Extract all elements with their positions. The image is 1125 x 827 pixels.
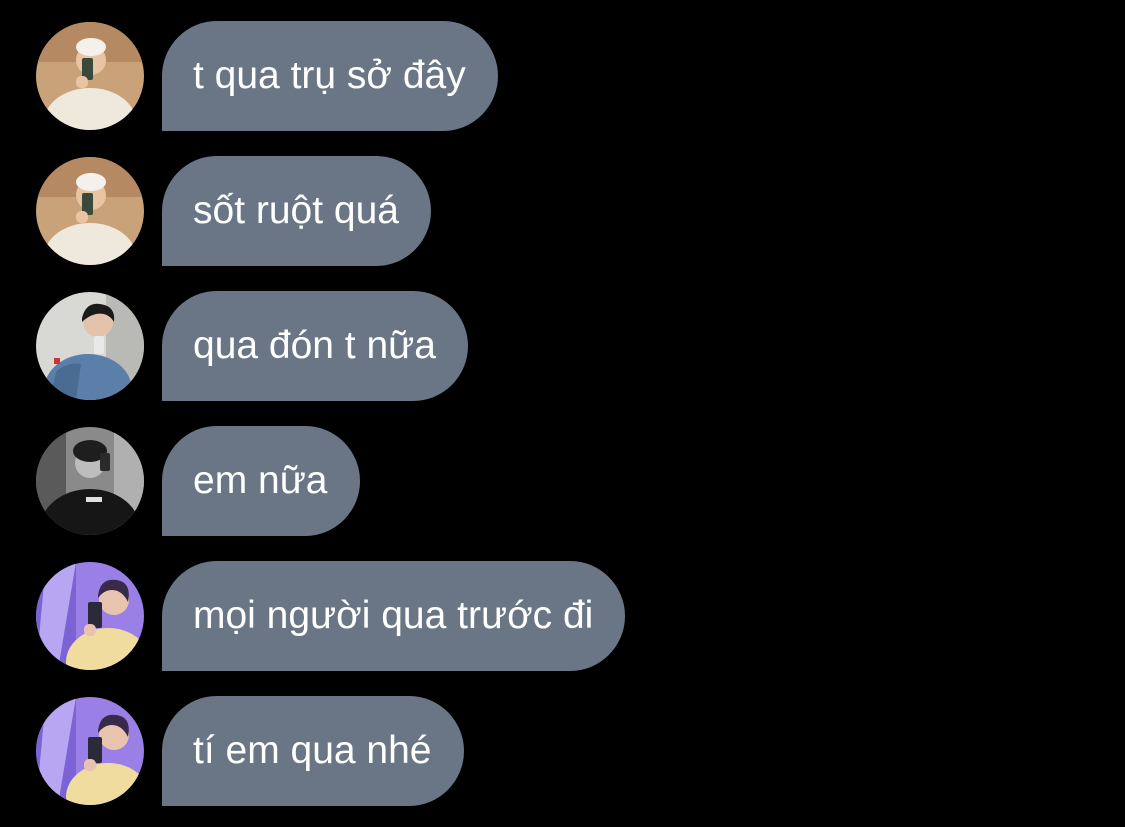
- user-d-avatar[interactable]: [36, 562, 144, 670]
- message-row: t qua trụ sở đây: [36, 20, 498, 132]
- message-row: qua đón t nữa: [36, 290, 468, 402]
- message-bubble[interactable]: sốt ruột quá: [162, 156, 431, 266]
- message-row: sốt ruột quá: [36, 155, 431, 267]
- user-c-avatar[interactable]: [36, 427, 144, 535]
- message-bubble[interactable]: t qua trụ sở đây: [162, 21, 498, 131]
- message-bubble[interactable]: mọi người qua trước đi: [162, 561, 626, 671]
- user-d-avatar[interactable]: [36, 697, 144, 805]
- chat-thread: t qua trụ sở đây sốt ruột quá qua đón t …: [0, 0, 1125, 827]
- message-bubble[interactable]: em nữa: [162, 426, 360, 536]
- message-row: em nữa: [36, 425, 360, 537]
- user-a-avatar[interactable]: [36, 157, 144, 265]
- user-b-avatar[interactable]: [36, 292, 144, 400]
- message-row: tí em qua nhé: [36, 695, 464, 807]
- user-a-avatar[interactable]: [36, 22, 144, 130]
- message-bubble[interactable]: tí em qua nhé: [162, 696, 464, 806]
- message-row: mọi người qua trước đi: [36, 560, 626, 672]
- message-bubble[interactable]: qua đón t nữa: [162, 291, 468, 401]
